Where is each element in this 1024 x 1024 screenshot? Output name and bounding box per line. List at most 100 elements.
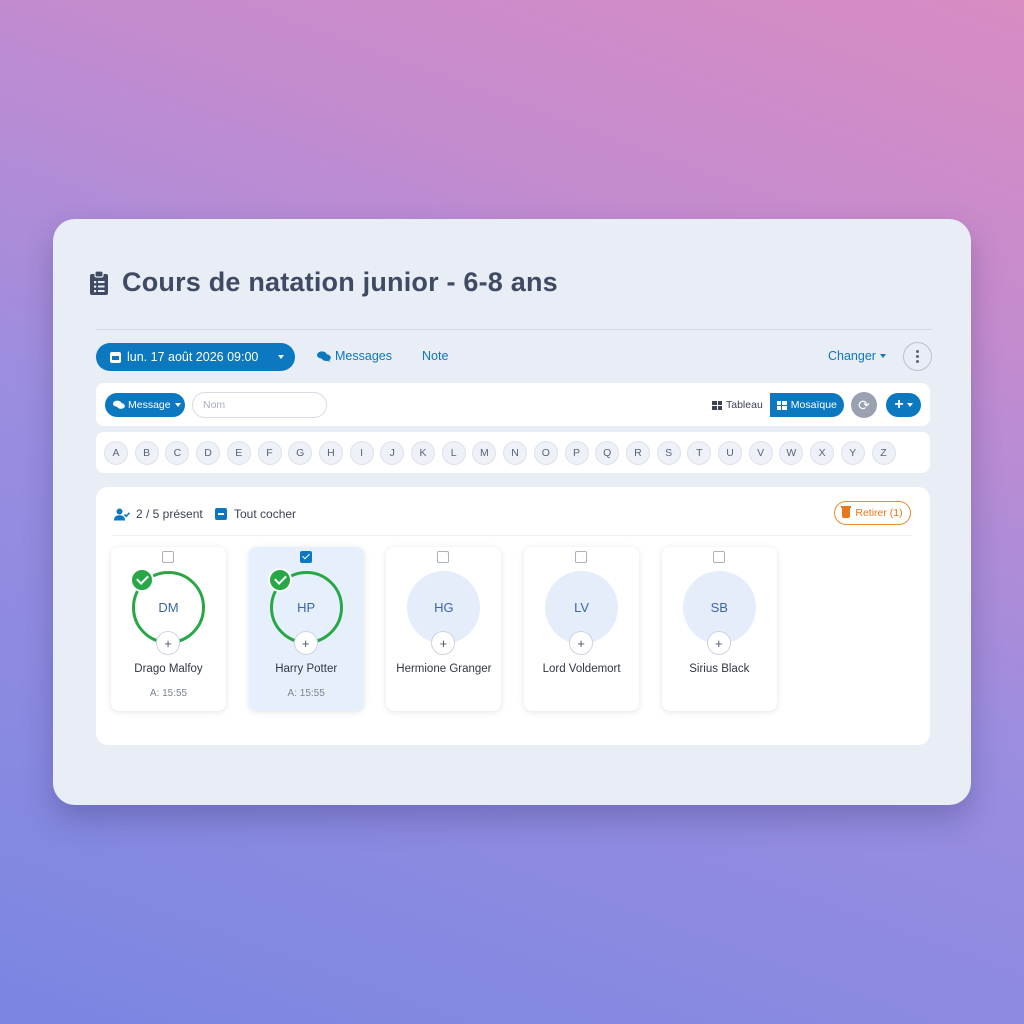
plus-icon[interactable]: + bbox=[706, 631, 731, 655]
participant-name: Harry Potter bbox=[275, 663, 338, 675]
letter-filter-c[interactable]: C bbox=[165, 441, 190, 465]
letter-filter-v[interactable]: V bbox=[748, 441, 773, 465]
trash-icon bbox=[841, 506, 852, 518]
participant-checkbox[interactable] bbox=[575, 551, 588, 563]
session-date-label: lun. 17 août 2026 09:00 bbox=[127, 350, 259, 364]
arrival-time: A: 15:55 bbox=[287, 688, 325, 699]
alphabet-filter-bar: ABCDEFGHIJKLMNOPQRSTUVWXYZ bbox=[96, 432, 930, 473]
presence-summary: 2 / 5 présent bbox=[114, 507, 203, 521]
participant-name: Lord Voldemort bbox=[542, 663, 621, 675]
letter-filter-x[interactable]: X bbox=[810, 441, 835, 465]
messages-link[interactable]: Messages bbox=[317, 349, 392, 363]
change-label: Changer bbox=[828, 349, 876, 363]
avatar-initials: HP bbox=[297, 600, 316, 615]
letter-filter-w[interactable]: W bbox=[779, 441, 804, 465]
session-date-dropdown[interactable]: lun. 17 août 2026 09:00 bbox=[96, 343, 295, 371]
add-dropdown-button[interactable]: + bbox=[886, 393, 921, 417]
user-check-icon bbox=[114, 508, 131, 521]
letter-filter-q[interactable]: Q bbox=[595, 441, 620, 465]
page-header: Cours de natation junior - 6-8 ans bbox=[89, 267, 558, 298]
check-circle-icon bbox=[267, 568, 292, 592]
chevron-down-icon bbox=[174, 403, 181, 407]
comments-icon bbox=[317, 351, 331, 362]
letter-filter-n[interactable]: N bbox=[503, 441, 528, 465]
messages-label: Messages bbox=[335, 349, 392, 363]
view-toggle: Tableau Mosaïque bbox=[705, 393, 844, 417]
letter-filter-e[interactable]: E bbox=[226, 441, 251, 465]
letter-filter-r[interactable]: R bbox=[625, 441, 650, 465]
calendar-check-icon bbox=[110, 351, 121, 363]
chevron-down-icon bbox=[879, 354, 886, 358]
avatar-initials: LV bbox=[574, 600, 590, 615]
letter-filter-h[interactable]: H bbox=[318, 441, 343, 465]
letter-filter-s[interactable]: S bbox=[656, 441, 681, 465]
table-icon bbox=[712, 400, 722, 410]
letter-filter-f[interactable]: F bbox=[257, 441, 282, 465]
letter-filter-o[interactable]: O bbox=[533, 441, 558, 465]
select-all-label: Tout cocher bbox=[234, 507, 297, 521]
letter-filter-m[interactable]: M bbox=[472, 441, 497, 465]
participant-checkbox[interactable] bbox=[162, 551, 174, 563]
note-label: Note bbox=[422, 349, 449, 363]
avatar-initials: HG bbox=[434, 600, 454, 615]
check-circle-icon bbox=[130, 568, 154, 592]
refresh-button[interactable]: ⟳ bbox=[851, 392, 877, 418]
letter-filter-d[interactable]: D bbox=[196, 441, 221, 465]
participant-checkbox[interactable] bbox=[437, 551, 450, 563]
filter-bar: Message Tableau Mosaïque ⟳ + bbox=[96, 383, 930, 426]
panel-divider bbox=[112, 535, 912, 536]
letter-filter-i[interactable]: I bbox=[349, 441, 374, 465]
plus-icon[interactable]: + bbox=[156, 631, 180, 655]
session-toolbar: lun. 17 août 2026 09:00 Messages Note Ch… bbox=[96, 342, 932, 373]
participant-tile[interactable]: HG + Hermione Granger bbox=[386, 547, 502, 711]
clipboard-list-icon bbox=[89, 269, 109, 296]
arrival-time: A: 15:55 bbox=[149, 688, 188, 699]
comments-icon bbox=[113, 400, 125, 410]
participant-name: Sirius Black bbox=[689, 663, 750, 675]
remove-selected-button[interactable]: Retirer (1) bbox=[834, 501, 911, 525]
letter-filter-z[interactable]: Z bbox=[871, 441, 896, 465]
avatar-initials: SB bbox=[710, 600, 728, 615]
letter-filter-u[interactable]: U bbox=[718, 441, 742, 465]
name-search-input[interactable] bbox=[192, 392, 327, 418]
participant-checkbox[interactable] bbox=[712, 551, 725, 563]
message-button-label: Message bbox=[128, 399, 171, 411]
plus-icon: + bbox=[894, 396, 904, 413]
avatar-initials: DM bbox=[158, 600, 179, 615]
ellipsis-vertical-icon bbox=[916, 350, 919, 353]
participant-name: Hermione Granger bbox=[396, 663, 492, 675]
attendance-card: Cours de natation junior - 6-8 ans lun. … bbox=[53, 219, 971, 805]
view-mosaic-button[interactable]: Mosaïque bbox=[769, 393, 844, 417]
letter-filter-k[interactable]: K bbox=[411, 441, 435, 465]
ellipsis-dot bbox=[916, 355, 919, 358]
letter-filter-b[interactable]: B bbox=[134, 441, 159, 465]
participant-tile[interactable]: DM + Drago Malfoy A: 15:55 bbox=[111, 547, 226, 711]
change-dropdown[interactable]: Changer bbox=[828, 349, 886, 363]
select-all-checkbox[interactable]: Tout cocher bbox=[215, 507, 296, 521]
presence-count: 2 / 5 présent bbox=[136, 507, 203, 521]
participant-tile[interactable]: LV + Lord Voldemort bbox=[524, 547, 640, 711]
letter-filter-p[interactable]: P bbox=[564, 441, 589, 465]
letter-filter-t[interactable]: T bbox=[687, 441, 712, 465]
message-dropdown-button[interactable]: Message bbox=[105, 393, 185, 417]
participant-tile[interactable]: SB + Sirius Black bbox=[661, 547, 777, 711]
minus-square-icon bbox=[215, 508, 227, 520]
plus-icon[interactable]: + bbox=[569, 631, 594, 655]
letter-filter-a[interactable]: A bbox=[104, 441, 128, 465]
page-title: Cours de natation junior - 6-8 ans bbox=[122, 267, 558, 297]
note-link[interactable]: Note bbox=[422, 349, 448, 363]
participant-tile[interactable]: HP + Harry Potter A: 15:55 bbox=[248, 547, 364, 711]
view-table-button[interactable]: Tableau bbox=[705, 393, 770, 417]
letter-filter-g[interactable]: G bbox=[288, 441, 313, 465]
plus-icon[interactable]: + bbox=[293, 631, 318, 655]
participant-checkbox[interactable] bbox=[299, 551, 312, 563]
remove-label: Retirer (1) bbox=[855, 507, 903, 519]
grid-icon bbox=[776, 400, 787, 410]
letter-filter-l[interactable]: L bbox=[441, 441, 466, 465]
more-options-button[interactable] bbox=[903, 342, 932, 371]
view-mosaic-label: Mosaïque bbox=[790, 399, 837, 411]
plus-icon[interactable]: + bbox=[431, 631, 456, 655]
ellipsis-dot bbox=[916, 360, 919, 363]
letter-filter-j[interactable]: J bbox=[380, 441, 405, 465]
letter-filter-y[interactable]: Y bbox=[840, 441, 865, 465]
